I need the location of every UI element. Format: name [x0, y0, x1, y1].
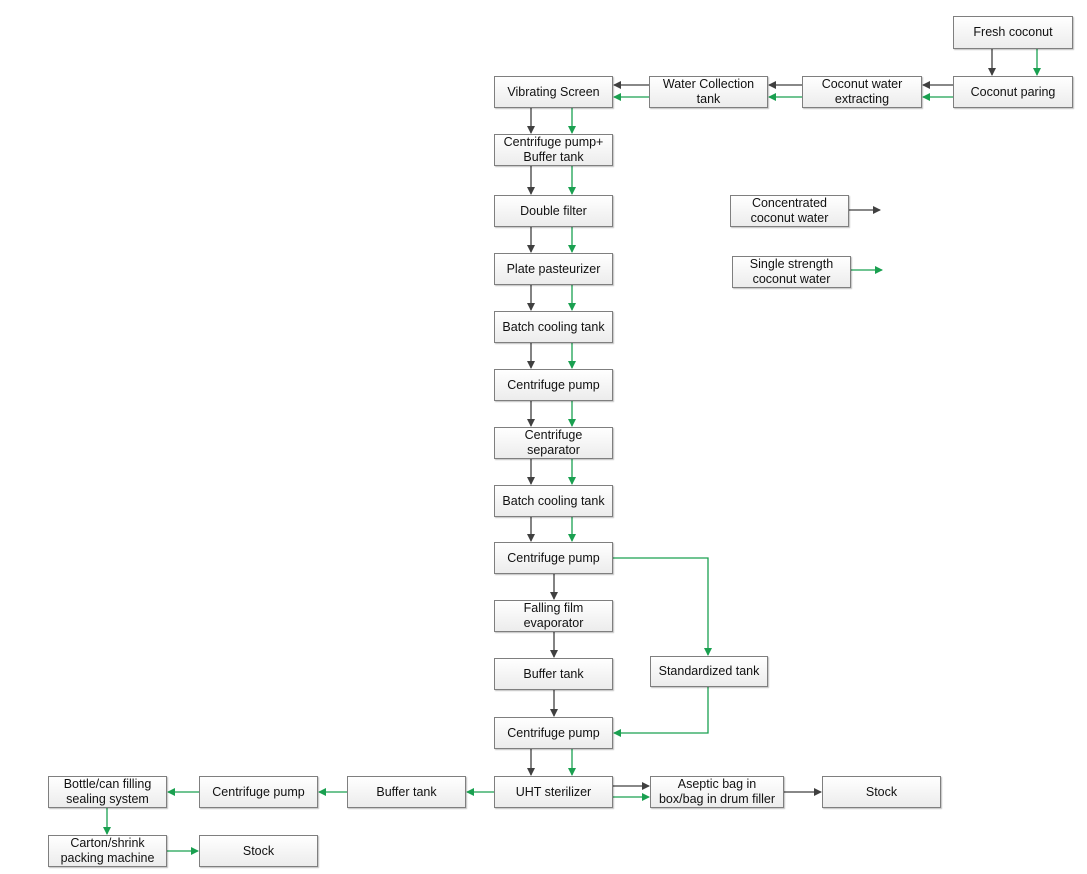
- node-centrifuge-pump-buffer-tank: Centrifuge pump+ Buffer tank: [494, 134, 613, 166]
- node-label: Water Collection tank: [662, 77, 755, 106]
- node-label: UHT sterilizer: [515, 784, 592, 799]
- node-label: Stock: [865, 784, 898, 799]
- node-batch-cooling-tank-1: Batch cooling tank: [494, 311, 613, 343]
- node-label: Buffer tank: [376, 784, 437, 799]
- node-label: Vibrating Screen: [507, 84, 600, 99]
- node-label: Centrifuge separator: [524, 428, 583, 457]
- node-label: Double filter: [520, 203, 587, 218]
- node-label: Centrifuge pump+ Buffer tank: [503, 135, 604, 164]
- node-centrifuge-pump-2: Centrifuge pump: [494, 542, 613, 574]
- legend-concentrated-coconut-water: Concentrated coconut water: [730, 195, 849, 227]
- node-label: Coconut paring: [970, 84, 1056, 99]
- node-buffer-tank-2: Buffer tank: [347, 776, 466, 808]
- node-label: Batch cooling tank: [502, 493, 605, 508]
- node-aseptic-filler: Aseptic bag in box/bag in drum filler: [650, 776, 784, 808]
- node-stock-2: Stock: [199, 835, 318, 867]
- node-falling-film-evaporator: Falling film evaporator: [494, 600, 613, 632]
- node-label: Stock: [242, 843, 275, 858]
- node-coconut-water-extracting: Coconut water extracting: [802, 76, 922, 108]
- node-carton-shrink-packing: Carton/shrink packing machine: [48, 835, 167, 867]
- node-centrifuge-pump-4: Centrifuge pump: [199, 776, 318, 808]
- node-fresh-coconut: Fresh coconut: [953, 16, 1073, 49]
- legend-single-strength-coconut-water: Single strength coconut water: [732, 256, 851, 288]
- node-vibrating-screen: Vibrating Screen: [494, 76, 613, 108]
- node-label: Carton/shrink packing machine: [60, 836, 155, 865]
- coconut-water-process-flowchart: Fresh coconut Coconut paring Coconut wat…: [0, 0, 1087, 874]
- legend-label: Single strength coconut water: [749, 257, 834, 286]
- node-water-collection-tank: Water Collection tank: [649, 76, 768, 108]
- node-label: Buffer tank: [523, 666, 584, 681]
- node-plate-pasteurizer: Plate pasteurizer: [494, 253, 613, 285]
- node-label: Fresh coconut: [973, 25, 1053, 39]
- node-centrifuge-separator: Centrifuge separator: [494, 427, 613, 459]
- node-coconut-paring: Coconut paring: [953, 76, 1073, 108]
- node-label: Aseptic bag in box/bag in drum filler: [658, 777, 776, 806]
- node-double-filter: Double filter: [494, 195, 613, 227]
- arrow-standardized-to-pump3: [613, 687, 709, 737]
- node-uht-sterilizer: UHT sterilizer: [494, 776, 613, 808]
- node-stock-1: Stock: [822, 776, 941, 808]
- node-label: Standardized tank: [658, 664, 760, 678]
- node-batch-cooling-tank-2: Batch cooling tank: [494, 485, 613, 517]
- node-label: Centrifuge pump: [507, 725, 600, 740]
- node-label: Coconut water extracting: [821, 77, 903, 106]
- legend-label: Concentrated coconut water: [750, 196, 829, 225]
- node-label: Bottle/can filling sealing system: [63, 777, 152, 806]
- arrow-pump2-to-standardized: [613, 557, 712, 656]
- node-label: Falling film evaporator: [523, 601, 584, 630]
- node-label: Centrifuge pump: [507, 377, 600, 392]
- node-label: Batch cooling tank: [502, 319, 605, 334]
- node-centrifuge-pump-3: Centrifuge pump: [494, 717, 613, 749]
- node-label: Centrifuge pump: [507, 550, 600, 565]
- node-label: Plate pasteurizer: [506, 261, 601, 276]
- node-bottle-can-filling: Bottle/can filling sealing system: [48, 776, 167, 808]
- node-buffer-tank-1: Buffer tank: [494, 658, 613, 690]
- node-centrifuge-pump-1: Centrifuge pump: [494, 369, 613, 401]
- node-standardized-tank: Standardized tank: [650, 656, 768, 687]
- node-label: Centrifuge pump: [212, 784, 305, 799]
